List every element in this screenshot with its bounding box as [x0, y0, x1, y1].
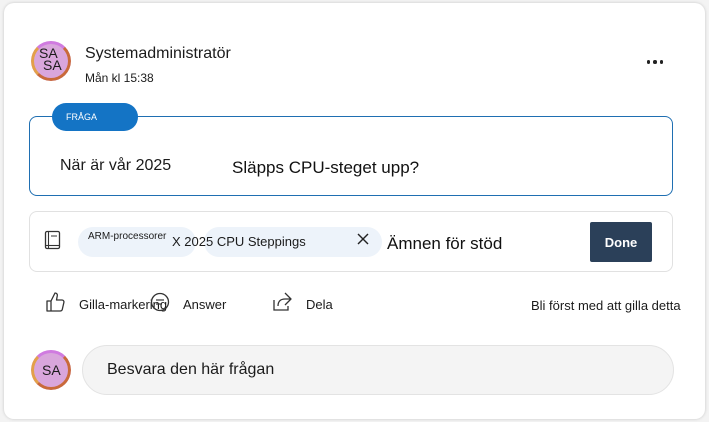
- question-badge: FRÅGA: [52, 103, 138, 131]
- topic-chip-label: X 2025 CPU Steppings: [172, 234, 306, 249]
- topic-chip-label: ARM-processorer: [88, 231, 167, 242]
- book-icon: [44, 230, 61, 250]
- done-button[interactable]: Done: [590, 222, 652, 262]
- answer-button[interactable]: Answer: [145, 290, 227, 320]
- author-avatar[interactable]: SA SA: [31, 41, 71, 81]
- like-prompt: Bli först med att gilla detta: [531, 298, 681, 313]
- share-button[interactable]: Dela: [268, 290, 338, 320]
- thumbs-up-icon: [46, 292, 65, 312]
- comment-icon: [150, 292, 170, 312]
- more-options-button[interactable]: [642, 52, 668, 72]
- author-name[interactable]: Systemadministratör: [85, 45, 231, 63]
- question-text-part2[interactable]: Släpps CPU-steget upp?: [232, 158, 419, 178]
- answer-label: Answer: [183, 297, 227, 312]
- more-dot-icon: [659, 60, 664, 64]
- question-text-part1[interactable]: När är vår 2025: [60, 157, 171, 175]
- avatar-initials-shadow: SA: [43, 57, 62, 73]
- post-timestamp: Mån kl 15:38: [85, 71, 154, 85]
- more-dot-icon: [653, 60, 657, 64]
- share-label: Dela: [306, 297, 333, 312]
- topics-input-placeholder[interactable]: Ämnen för stöd: [387, 234, 502, 254]
- share-icon: [273, 292, 292, 311]
- avatar-initials: SA: [42, 362, 61, 378]
- reply-avatar[interactable]: SA: [31, 350, 71, 390]
- chip-close-icon[interactable]: [355, 231, 371, 247]
- more-dot-icon: [646, 60, 651, 64]
- reply-input[interactable]: [82, 345, 674, 395]
